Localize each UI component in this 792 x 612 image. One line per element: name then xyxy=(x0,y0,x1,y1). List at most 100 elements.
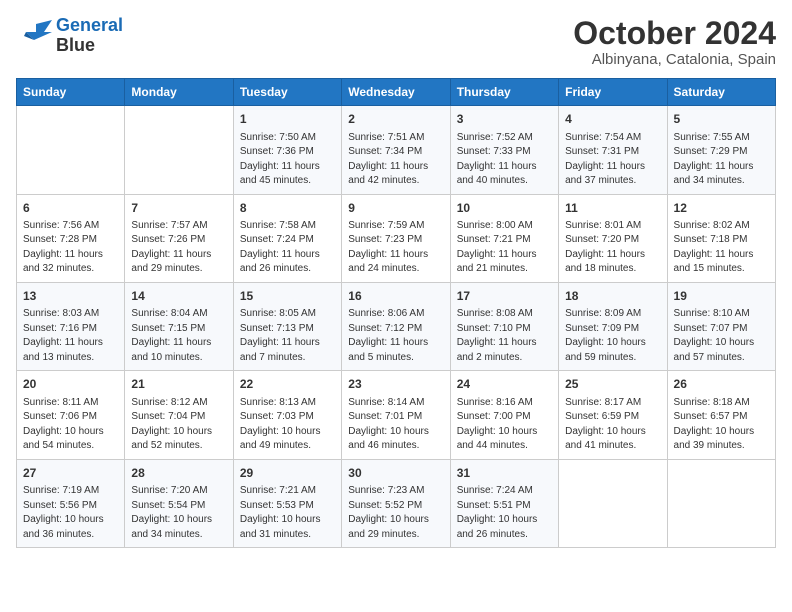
calendar-cell: 1 Sunrise: 7:50 AM Sunset: 7:36 PM Daylig… xyxy=(233,106,341,194)
calendar-cell xyxy=(667,459,775,547)
day-number: 5 xyxy=(674,111,769,128)
calendar-cell: 22 Sunrise: 8:13 AM Sunset: 7:03 PM Dayli… xyxy=(233,371,341,459)
day-number: 9 xyxy=(348,200,443,217)
day-info: Sunrise: 7:19 AM Sunset: 5:56 PM Dayligh… xyxy=(23,484,118,542)
calendar-cell: 13 Sunrise: 8:03 AM Sunset: 7:16 PM Dayli… xyxy=(17,282,125,370)
day-number: 25 xyxy=(565,376,660,393)
day-number: 16 xyxy=(348,288,443,305)
day-info: Sunrise: 7:58 AM Sunset: 7:24 PM Dayligh… xyxy=(240,219,335,277)
day-info: Sunrise: 7:55 AM Sunset: 7:29 PM Dayligh… xyxy=(674,131,769,189)
day-number: 10 xyxy=(457,200,552,217)
day-info: Sunrise: 7:56 AM Sunset: 7:28 PM Dayligh… xyxy=(23,219,118,277)
calendar-cell: 12Sunrise: 8:02 AM Sunset: 7:18 PM Dayli… xyxy=(667,194,775,282)
day-number: 22 xyxy=(240,376,335,393)
day-number: 23 xyxy=(348,376,443,393)
calendar-cell: 24 Sunrise: 8:16 AM Sunset: 7:00 PM Dayli… xyxy=(450,371,558,459)
day-number: 3 xyxy=(457,111,552,128)
day-number: 18 xyxy=(565,288,660,305)
calendar-cell: 8 Sunrise: 7:58 AM Sunset: 7:24 PM Daylig… xyxy=(233,194,341,282)
day-info: Sunrise: 7:57 AM Sunset: 7:26 PM Dayligh… xyxy=(131,219,226,277)
day-number: 26 xyxy=(674,376,769,393)
day-info: Sunrise: 8:08 AM Sunset: 7:10 PM Dayligh… xyxy=(457,307,552,365)
calendar-cell: 23 Sunrise: 8:14 AM Sunset: 7:01 PM Dayli… xyxy=(342,371,450,459)
day-info: Sunrise: 8:03 AM Sunset: 7:16 PM Dayligh… xyxy=(23,307,118,365)
calendar-cell: 25 Sunrise: 8:17 AM Sunset: 6:59 PM Dayli… xyxy=(559,371,667,459)
page-subtitle: Albinyana, Catalonia, Spain xyxy=(573,51,776,68)
calendar-cell: 9Sunrise: 7:59 AM Sunset: 7:23 PM Daylig… xyxy=(342,194,450,282)
day-number: 17 xyxy=(457,288,552,305)
day-info: Sunrise: 7:23 AM Sunset: 5:52 PM Dayligh… xyxy=(348,484,443,542)
calendar-cell: 11 Sunrise: 8:01 AM Sunset: 7:20 PM Dayli… xyxy=(559,194,667,282)
calendar-cell: 20 Sunrise: 8:11 AM Sunset: 7:06 PM Dayli… xyxy=(17,371,125,459)
day-number: 21 xyxy=(131,376,226,393)
logo-icon xyxy=(16,18,52,54)
calendar-cell: 3Sunrise: 7:52 AM Sunset: 7:33 PM Daylig… xyxy=(450,106,558,194)
calendar-cell: 21 Sunrise: 8:12 AM Sunset: 7:04 PM Dayli… xyxy=(125,371,233,459)
calendar-cell: 26 Sunrise: 8:18 AM Sunset: 6:57 PM Dayli… xyxy=(667,371,775,459)
page-title: October 2024 xyxy=(573,16,776,51)
day-number: 13 xyxy=(23,288,118,305)
day-info: Sunrise: 7:20 AM Sunset: 5:54 PM Dayligh… xyxy=(131,484,226,542)
page-header: General Blue October 2024 Albinyana, Cat… xyxy=(16,16,776,68)
calendar-cell: 29Sunrise: 7:21 AM Sunset: 5:53 PM Dayli… xyxy=(233,459,341,547)
calendar-cell xyxy=(559,459,667,547)
day-number: 15 xyxy=(240,288,335,305)
day-info: Sunrise: 7:50 AM Sunset: 7:36 PM Dayligh… xyxy=(240,131,335,189)
calendar-cell: 31Sunrise: 7:24 AM Sunset: 5:51 PM Dayli… xyxy=(450,459,558,547)
day-info: Sunrise: 8:16 AM Sunset: 7:00 PM Dayligh… xyxy=(457,396,552,454)
calendar-cell: 7Sunrise: 7:57 AM Sunset: 7:26 PM Daylig… xyxy=(125,194,233,282)
day-number: 20 xyxy=(23,376,118,393)
day-info: Sunrise: 8:00 AM Sunset: 7:21 PM Dayligh… xyxy=(457,219,552,277)
day-info: Sunrise: 8:14 AM Sunset: 7:01 PM Dayligh… xyxy=(348,396,443,454)
day-number: 24 xyxy=(457,376,552,393)
calendar-cell: 5 Sunrise: 7:55 AM Sunset: 7:29 PM Daylig… xyxy=(667,106,775,194)
logo: General Blue xyxy=(16,16,123,56)
day-info: Sunrise: 7:51 AM Sunset: 7:34 PM Dayligh… xyxy=(348,131,443,189)
day-info: Sunrise: 8:10 AM Sunset: 7:07 PM Dayligh… xyxy=(674,307,769,365)
day-number: 8 xyxy=(240,200,335,217)
col-header-saturday: Saturday xyxy=(667,79,775,106)
calendar-cell: 10 Sunrise: 8:00 AM Sunset: 7:21 PM Dayli… xyxy=(450,194,558,282)
calendar-cell: 19 Sunrise: 8:10 AM Sunset: 7:07 PM Dayli… xyxy=(667,282,775,370)
day-info: Sunrise: 7:54 AM Sunset: 7:31 PM Dayligh… xyxy=(565,131,660,189)
day-number: 28 xyxy=(131,465,226,482)
day-number: 1 xyxy=(240,111,335,128)
day-info: Sunrise: 8:09 AM Sunset: 7:09 PM Dayligh… xyxy=(565,307,660,365)
calendar-cell: 4 Sunrise: 7:54 AM Sunset: 7:31 PM Daylig… xyxy=(559,106,667,194)
col-header-monday: Monday xyxy=(125,79,233,106)
day-info: Sunrise: 8:04 AM Sunset: 7:15 PM Dayligh… xyxy=(131,307,226,365)
day-number: 19 xyxy=(674,288,769,305)
day-info: Sunrise: 8:13 AM Sunset: 7:03 PM Dayligh… xyxy=(240,396,335,454)
calendar-cell: 17 Sunrise: 8:08 AM Sunset: 7:10 PM Dayli… xyxy=(450,282,558,370)
day-number: 11 xyxy=(565,200,660,217)
day-info: Sunrise: 8:18 AM Sunset: 6:57 PM Dayligh… xyxy=(674,396,769,454)
calendar-cell xyxy=(17,106,125,194)
calendar-cell: 27 Sunrise: 7:19 AM Sunset: 5:56 PM Dayli… xyxy=(17,459,125,547)
day-number: 4 xyxy=(565,111,660,128)
day-number: 14 xyxy=(131,288,226,305)
col-header-wednesday: Wednesday xyxy=(342,79,450,106)
day-info: Sunrise: 8:02 AM Sunset: 7:18 PM Dayligh… xyxy=(674,219,769,277)
calendar-cell: 16 Sunrise: 8:06 AM Sunset: 7:12 PM Dayli… xyxy=(342,282,450,370)
day-info: Sunrise: 8:11 AM Sunset: 7:06 PM Dayligh… xyxy=(23,396,118,454)
calendar-table: SundayMondayTuesdayWednesdayThursdayFrid… xyxy=(16,78,776,548)
col-header-tuesday: Tuesday xyxy=(233,79,341,106)
col-header-sunday: Sunday xyxy=(17,79,125,106)
calendar-cell: 30 Sunrise: 7:23 AM Sunset: 5:52 PM Dayli… xyxy=(342,459,450,547)
calendar-cell: 6 Sunrise: 7:56 AM Sunset: 7:28 PM Daylig… xyxy=(17,194,125,282)
day-info: Sunrise: 8:12 AM Sunset: 7:04 PM Dayligh… xyxy=(131,396,226,454)
day-info: Sunrise: 7:21 AM Sunset: 5:53 PM Dayligh… xyxy=(240,484,335,542)
day-info: Sunrise: 8:06 AM Sunset: 7:12 PM Dayligh… xyxy=(348,307,443,365)
calendar-cell: 15Sunrise: 8:05 AM Sunset: 7:13 PM Dayli… xyxy=(233,282,341,370)
calendar-cell xyxy=(125,106,233,194)
day-number: 2 xyxy=(348,111,443,128)
calendar-cell: 18 Sunrise: 8:09 AM Sunset: 7:09 PM Dayli… xyxy=(559,282,667,370)
day-info: Sunrise: 8:01 AM Sunset: 7:20 PM Dayligh… xyxy=(565,219,660,277)
day-number: 6 xyxy=(23,200,118,217)
logo-text: General Blue xyxy=(56,16,123,56)
day-number: 31 xyxy=(457,465,552,482)
day-info: Sunrise: 8:17 AM Sunset: 6:59 PM Dayligh… xyxy=(565,396,660,454)
day-number: 27 xyxy=(23,465,118,482)
calendar-cell: 28 Sunrise: 7:20 AM Sunset: 5:54 PM Dayli… xyxy=(125,459,233,547)
day-number: 30 xyxy=(348,465,443,482)
